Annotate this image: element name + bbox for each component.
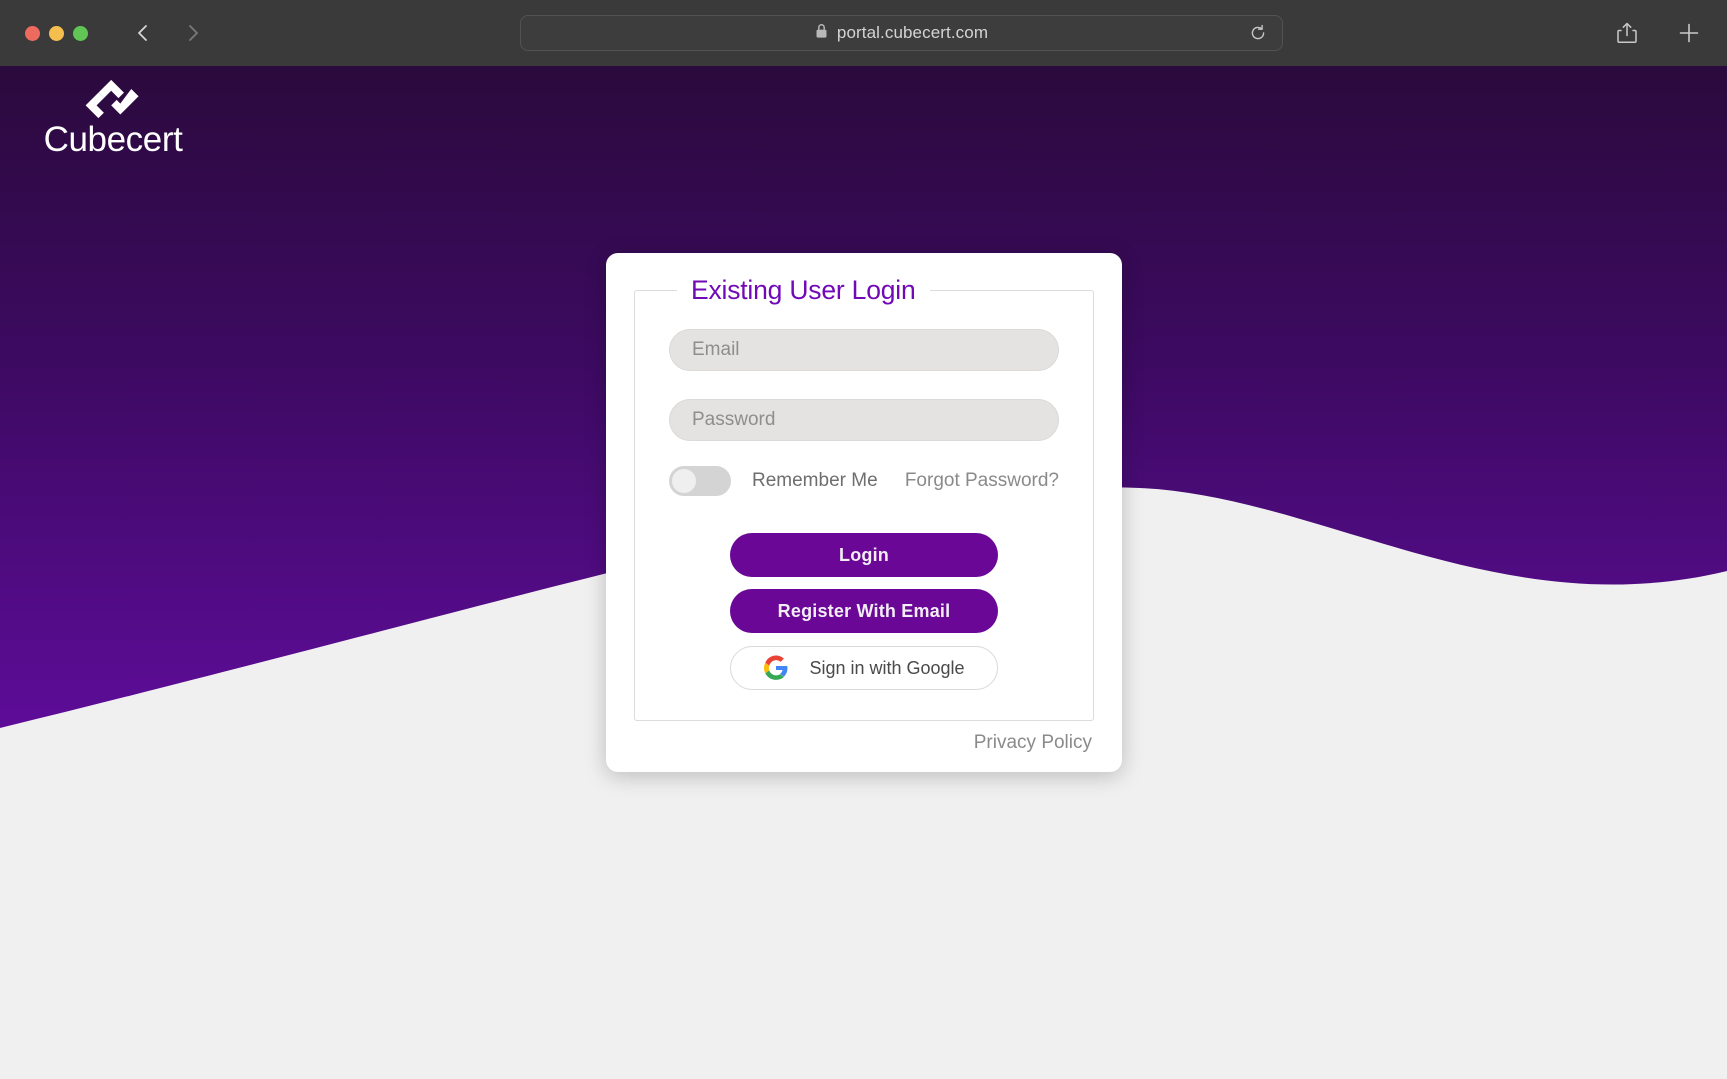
page-content: Cubecert Existing User Login Remember Me… [0,66,1727,1079]
brand-logo[interactable]: Cubecert [18,78,208,157]
login-card: Existing User Login Remember Me Forgot P… [606,253,1122,772]
lock-icon [815,23,828,44]
address-bar-container: portal.cubecert.com [520,15,1283,51]
register-with-email-button[interactable]: Register With Email [730,589,998,633]
privacy-policy-row: Privacy Policy [634,732,1094,754]
address-bar[interactable]: portal.cubecert.com [520,15,1283,51]
login-legend: Existing User Login [691,275,916,305]
maximize-window-button[interactable] [73,25,88,41]
minimize-window-button[interactable] [49,25,64,41]
back-button[interactable] [132,22,154,44]
close-window-button[interactable] [25,25,40,41]
login-fieldset: Existing User Login Remember Me Forgot P… [634,275,1094,721]
login-options-row: Remember Me Forgot Password? [669,466,1059,496]
google-g-icon [764,655,788,680]
share-icon[interactable] [1615,21,1639,45]
plus-icon[interactable] [1677,21,1701,45]
password-input[interactable] [669,399,1059,441]
forward-button[interactable] [182,22,204,44]
navigation-arrows [132,22,204,44]
browser-toolbar: portal.cubecert.com [0,0,1727,66]
address-bar-content: portal.cubecert.com [815,23,988,44]
forgot-password-link[interactable]: Forgot Password? [905,470,1059,492]
privacy-policy-link[interactable]: Privacy Policy [974,732,1092,754]
toggle-knob [672,469,696,493]
remember-me-toggle[interactable] [669,466,731,496]
brand-name: Cubecert [43,120,183,159]
url-text: portal.cubecert.com [836,23,989,42]
sign-in-with-google-button[interactable]: Sign in with Google [730,646,998,690]
toolbar-right-actions [1615,0,1701,66]
google-button-label: Sign in with Google [809,657,965,678]
email-input[interactable] [669,329,1059,371]
cubecert-logo-icon [85,79,139,119]
remember-me-label: Remember Me [752,470,878,491]
login-button[interactable]: Login [730,533,998,577]
reload-icon[interactable] [1248,23,1268,43]
window-traffic-lights [25,25,88,41]
